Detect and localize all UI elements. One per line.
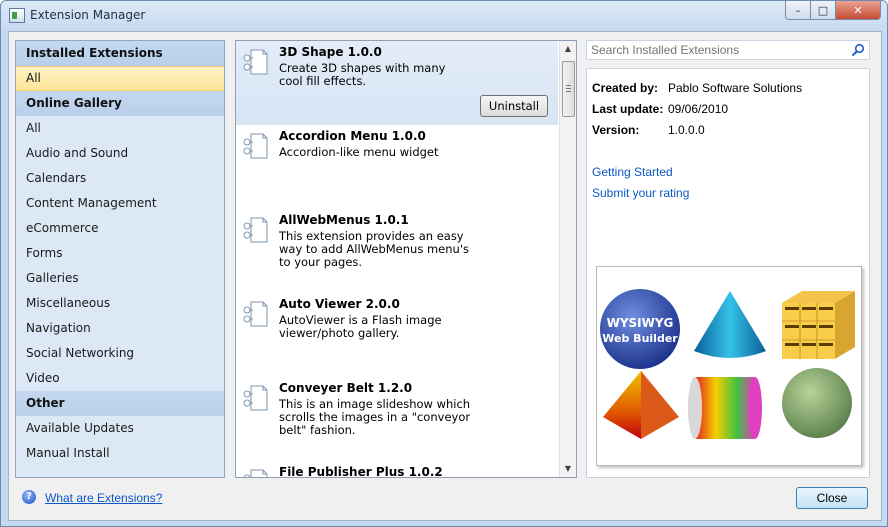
extension-list-item[interactable]: Auto Viewer 2.0.0 AutoViewer is a Flash i… [236,293,558,377]
extension-list: 3D Shape 1.0.0 Create 3D shapes with many… [235,40,577,478]
maximize-icon: □ [817,3,829,17]
version-label: Version: [592,123,640,137]
extension-description: AutoViewer is a Flash image viewer/photo… [279,313,442,340]
sidebar-item-available-updates[interactable]: Available Updates [16,416,224,441]
submit-rating-link[interactable]: Submit your rating [592,186,689,200]
extension-name: Conveyer Belt 1.2.0 [279,381,413,395]
sidebar-item-manual-install[interactable]: Manual Install [16,441,224,466]
plugin-icon [243,385,268,411]
extension-preview-image: WYSIWYG Web Builder [596,266,862,466]
plugin-icon [243,217,268,243]
sidebar-item-social-networking[interactable]: Social Networking [16,341,224,366]
sidebar-item-all[interactable]: All [16,66,224,91]
uninstall-button[interactable]: Uninstall [480,95,548,117]
extension-list-item[interactable]: Conveyer Belt 1.2.0 This is an image slid… [236,377,558,461]
extension-list-item[interactable]: Accordion Menu 1.0.0 Accordion-like menu … [236,125,558,209]
scroll-thumb[interactable] [562,61,575,117]
plugin-icon [243,469,268,477]
sidebar-item-navigation[interactable]: Navigation [16,316,224,341]
sidebar-item-calendars[interactable]: Calendars [16,166,224,191]
extension-manager-window: Extension Manager – □ ✕ Installed Extens… [0,0,888,527]
close-icon: ✕ [853,3,863,17]
extension-description: This extension provides an easy way to a… [279,229,469,269]
extension-name: Auto Viewer 2.0.0 [279,297,400,311]
last-update-label: Last update: [592,102,664,116]
version-value: 1.0.0.0 [668,123,705,137]
extension-name: 3D Shape 1.0.0 [279,45,382,59]
minimize-button[interactable]: – [785,1,811,20]
extension-description: Accordion-like menu widget [279,145,439,159]
cylinder-shape [688,377,762,439]
extension-list-item[interactable]: File Publisher Plus 1.0.2 [236,461,558,478]
plugin-icon [243,301,268,327]
help-icon[interactable]: ? [22,490,36,504]
maximize-button[interactable]: □ [811,1,836,20]
sidebar-item-audio-and-sound[interactable]: Audio and Sound [16,141,224,166]
getting-started-link[interactable]: Getting Started [592,165,673,179]
pyramid-shape [603,371,679,439]
extension-list-item[interactable]: AllWebMenus 1.0.1 This extension provides… [236,209,558,293]
search-box[interactable] [586,40,870,60]
extension-description: Create 3D shapes with many cool fill eff… [279,61,446,88]
sidebar-item-video[interactable]: Video [16,366,224,391]
last-update-value: 09/06/2010 [668,102,729,116]
sidebar-item-ecommerce[interactable]: eCommerce [16,216,224,241]
sidebar-item-forms[interactable]: Forms [16,241,224,266]
cone-shape [694,291,766,358]
logo-text-bottom: Web Builder [602,332,678,345]
extension-name: Accordion Menu 1.0.0 [279,129,426,143]
client-area: Installed Extensions All Online Gallery All… [8,31,882,521]
extension-description: This is an image slideshow which scrolls… [279,397,471,437]
created-by-label: Created by: [592,81,659,95]
plugin-icon [243,49,268,75]
sidebar-item-all[interactable]: All [16,116,224,141]
extension-name: AllWebMenus 1.0.1 [279,213,409,227]
plugin-icon [243,133,268,159]
extension-list-item[interactable]: 3D Shape 1.0.0 Create 3D shapes with many… [236,41,558,125]
scroll-down-arrow-icon[interactable]: ▼ [560,461,576,477]
sidebar-section-header[interactable]: Other [16,391,224,416]
what-are-extensions-link[interactable]: What are Extensions? [45,491,162,505]
scroll-up-arrow-icon[interactable]: ▲ [560,41,576,57]
sidebar-section-header[interactable]: Installed Extensions [16,41,224,66]
sidebar-item-miscellaneous[interactable]: Miscellaneous [16,291,224,316]
close-button[interactable]: Close [796,487,868,509]
sidebar-section-header[interactable]: Online Gallery [16,91,224,116]
app-icon [9,8,25,23]
window-title: Extension Manager [30,8,146,22]
extension-name: File Publisher Plus 1.0.2 [279,465,443,478]
minimize-icon: – [795,3,801,17]
green-sphere-shape [782,368,852,438]
search-icon[interactable] [851,43,865,57]
details-panel: Created by: Pablo Software Solutions Las… [586,68,870,478]
cube-shape [782,291,855,359]
title-bar[interactable]: Extension Manager – □ ✕ [1,1,887,31]
category-sidebar: Installed Extensions All Online Gallery All… [15,40,225,478]
sidebar-item-content-management[interactable]: Content Management [16,191,224,216]
logo-text-top: WYSIWYG [607,316,674,330]
close-window-button[interactable]: ✕ [836,1,881,20]
created-by-value: Pablo Software Solutions [668,81,803,95]
sidebar-item-galleries[interactable]: Galleries [16,266,224,291]
search-input[interactable] [591,42,841,57]
extension-list-scrollbar[interactable]: ▲ ▼ [559,41,576,477]
